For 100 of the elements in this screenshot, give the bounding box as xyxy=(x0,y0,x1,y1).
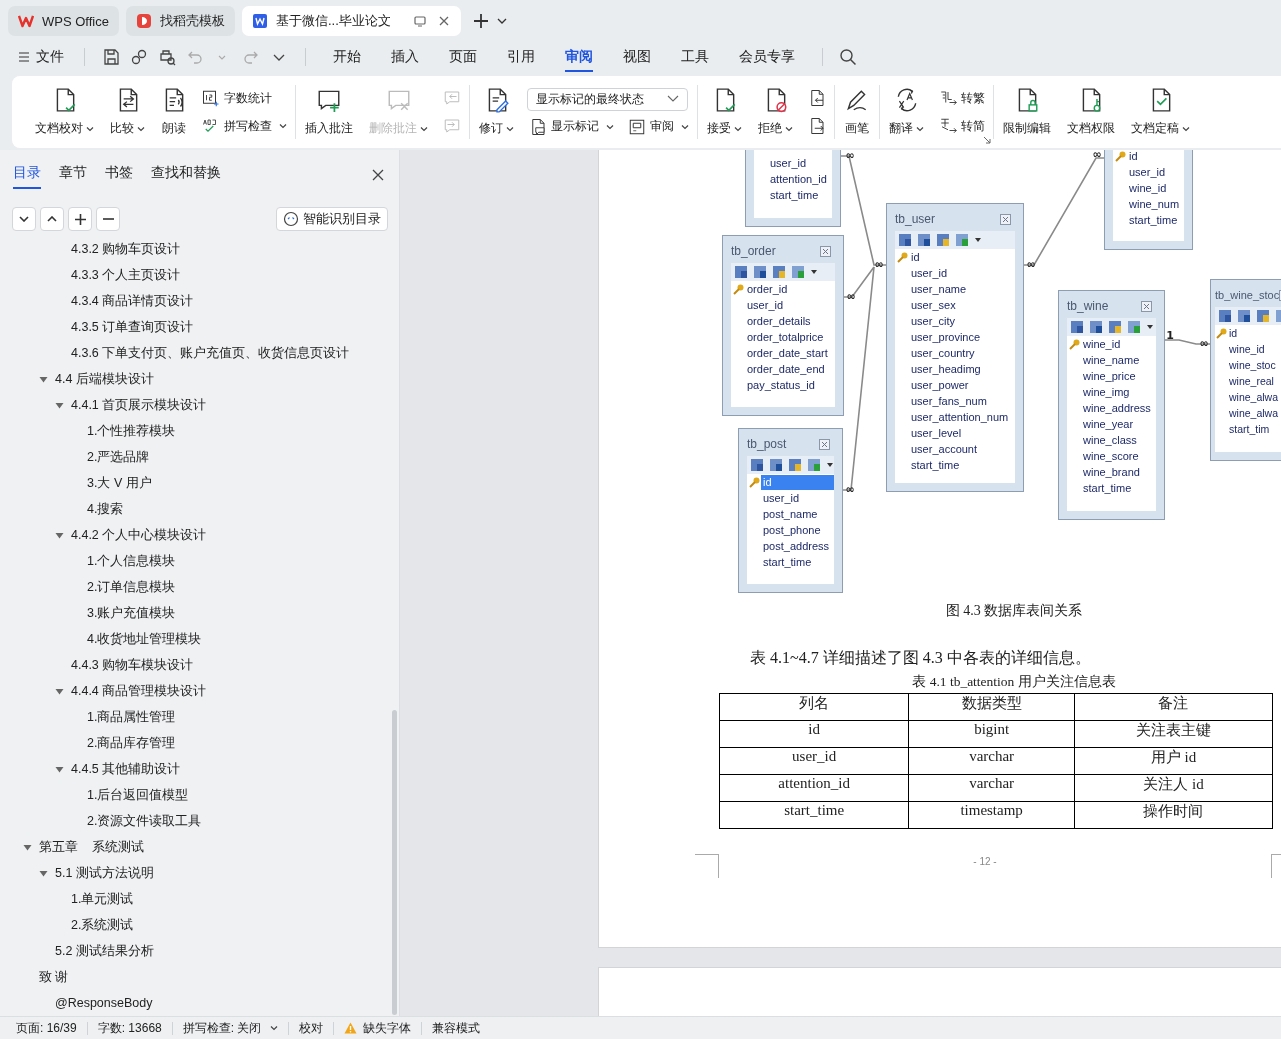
toc-item[interactable]: 4.4 后端模块设计 xyxy=(0,366,399,392)
field-name[interactable]: order_totalprice xyxy=(745,329,826,345)
ribbon-button[interactable]: 画笔 xyxy=(841,83,873,141)
field-name[interactable]: wine_img xyxy=(1081,384,1132,400)
field-name[interactable]: wine_alwa xyxy=(1227,405,1281,421)
collapse-down-button[interactable] xyxy=(12,207,36,231)
toc-item[interactable]: 1.商品属性管理 xyxy=(0,704,399,730)
toc-item[interactable]: 4.4.2 个人中心模块设计 xyxy=(0,522,399,548)
field-name[interactable]: start_time xyxy=(768,187,821,203)
close-icon[interactable] xyxy=(1000,213,1011,225)
ribbon-button[interactable]: 转简 xyxy=(937,116,987,136)
field-name[interactable]: pay_status_id xyxy=(745,377,817,393)
field-name[interactable]: id xyxy=(1227,325,1240,341)
new-tab-icon[interactable] xyxy=(471,12,490,30)
remove-button[interactable] xyxy=(96,207,120,231)
field-name[interactable]: user_power xyxy=(909,377,971,393)
ribbon-button[interactable]: 审阅 xyxy=(626,116,691,137)
menu-tab[interactable]: 工具 xyxy=(681,42,709,72)
field-name[interactable]: post_name xyxy=(761,506,820,522)
panel-tab[interactable]: 书签 xyxy=(105,161,133,189)
toc-item[interactable]: 1.个人信息模块 xyxy=(0,548,399,574)
field-name[interactable]: wine_real xyxy=(1227,373,1276,389)
field-name[interactable]: user_sex xyxy=(909,297,958,313)
markup-mode-dropdown[interactable]: 显示标记的最终状态 xyxy=(527,87,688,111)
field-name[interactable]: attention_id xyxy=(768,171,829,187)
panel-tab[interactable]: 查找和替换 xyxy=(151,161,221,189)
toc-item[interactable]: 2.系统测试 xyxy=(0,912,399,938)
missing-fonts-button[interactable]: 缺失字体 xyxy=(344,1019,412,1037)
field-name[interactable]: id xyxy=(1127,150,1140,164)
toolbar-icons-drawing[interactable] xyxy=(733,264,819,280)
toc-item[interactable]: @ResponseBody xyxy=(0,990,399,1016)
field-name[interactable]: user_headimg xyxy=(909,361,983,377)
ribbon-button[interactable]: 限制编辑 xyxy=(1000,83,1054,141)
toc-item[interactable]: 4.4.3 购物车模块设计 xyxy=(0,652,399,678)
ribbon-button[interactable]: 转繁 xyxy=(937,88,987,108)
menu-tab[interactable]: 插入 xyxy=(391,42,419,72)
status-item[interactable]: 校对 xyxy=(299,1019,324,1037)
field-name[interactable]: user_country xyxy=(909,345,977,361)
field-name[interactable]: order_id xyxy=(745,281,790,297)
field-name[interactable]: wine_alwa xyxy=(1227,389,1281,405)
tab[interactable]: 找稻壳模板 xyxy=(125,6,235,36)
add-button[interactable] xyxy=(68,207,92,231)
panel-tab[interactable]: 目录 xyxy=(13,161,41,189)
status-item[interactable]: 页面: 16/39 xyxy=(16,1019,77,1037)
field-name[interactable]: wine_num xyxy=(1127,196,1182,212)
field-name[interactable]: start_time xyxy=(761,554,814,570)
field-name[interactable]: start_time xyxy=(909,457,962,473)
close-icon[interactable] xyxy=(819,438,830,450)
toc-item[interactable]: 2.严选品牌 xyxy=(0,444,399,470)
status-item[interactable]: 字数: 13668 xyxy=(97,1019,162,1037)
ribbon-button[interactable]: 文档权限 xyxy=(1064,83,1118,141)
file-menu-button[interactable]: 文件 xyxy=(18,46,68,68)
ribbon-button[interactable]: 接受 xyxy=(704,83,745,141)
smart-toc-button[interactable]: 智能识别目录 xyxy=(276,207,388,231)
toc-item[interactable]: 致 谢 xyxy=(0,964,399,990)
field-name[interactable]: post_phone xyxy=(761,522,823,538)
field-name[interactable]: wine_year xyxy=(1081,416,1136,432)
close-icon[interactable] xyxy=(1141,300,1152,312)
ribbon-button[interactable]: 显示标记 xyxy=(527,116,616,137)
field-name[interactable]: wine_score xyxy=(1081,448,1141,464)
field-name[interactable]: wine_id xyxy=(1227,341,1267,357)
close-icon[interactable] xyxy=(371,168,385,182)
toc-item[interactable]: 4.3.2 购物车页设计 xyxy=(0,236,399,262)
ribbon-button[interactable]: 文档校对 xyxy=(32,83,97,141)
toc-item[interactable]: 2.商品库存管理 xyxy=(0,730,399,756)
field-name[interactable]: user_city xyxy=(909,313,958,329)
toc-item[interactable]: 1.后台返回值模型 xyxy=(0,782,399,808)
search-icon[interactable] xyxy=(839,48,857,66)
scrollbar-thumb[interactable] xyxy=(392,710,397,1015)
caret-icon[interactable] xyxy=(496,17,507,25)
field-name[interactable]: order_details xyxy=(745,313,813,329)
field-name[interactable]: user_level xyxy=(909,425,964,441)
toc-item[interactable]: 1.个性推荐模块 xyxy=(0,418,399,444)
ribbon-button[interactable]: 拼写检查 xyxy=(200,116,289,136)
field-name[interactable]: user_account xyxy=(909,441,980,457)
field-name[interactable]: wine_address xyxy=(1081,400,1153,416)
close-icon[interactable] xyxy=(820,245,831,257)
toc-item[interactable]: 4.4.1 首页展示模块设计 xyxy=(0,392,399,418)
ribbon-button[interactable]: 朗读 xyxy=(158,83,190,141)
toolbar-icons-drawing[interactable] xyxy=(897,232,983,248)
field-name[interactable]: wine_stoc xyxy=(1227,357,1278,373)
field-name[interactable]: order_date_end xyxy=(745,361,827,377)
field-name[interactable]: user_id xyxy=(745,297,786,313)
ribbon-button[interactable]: 拒绝 xyxy=(755,83,796,141)
print-preview-icon[interactable] xyxy=(158,48,176,66)
field-name[interactable]: user_attention_num xyxy=(909,409,1011,425)
field-name[interactable]: user_id xyxy=(761,490,802,506)
field-name[interactable]: user_id xyxy=(909,265,950,281)
ribbon-button[interactable]: 文档定稿 xyxy=(1128,83,1193,141)
toc-item[interactable]: 4.4.4 商品管理模块设计 xyxy=(0,678,399,704)
toc-item[interactable]: 4.搜索 xyxy=(0,496,399,522)
field-name[interactable]: start_time xyxy=(1081,480,1134,496)
ribbon-button[interactable]: 翻译 xyxy=(886,83,927,141)
field-name[interactable]: order_date_start xyxy=(745,345,830,361)
menu-tab[interactable]: 视图 xyxy=(623,42,651,72)
field-name[interactable]: wine_id xyxy=(1081,336,1123,352)
toc-item[interactable]: 2.订单信息模块 xyxy=(0,574,399,600)
toc-item[interactable]: 第五章 系统测试 xyxy=(0,834,399,860)
toc-item[interactable]: 1.单元测试 xyxy=(0,886,399,912)
field-name[interactable]: start_tim xyxy=(1227,421,1272,437)
